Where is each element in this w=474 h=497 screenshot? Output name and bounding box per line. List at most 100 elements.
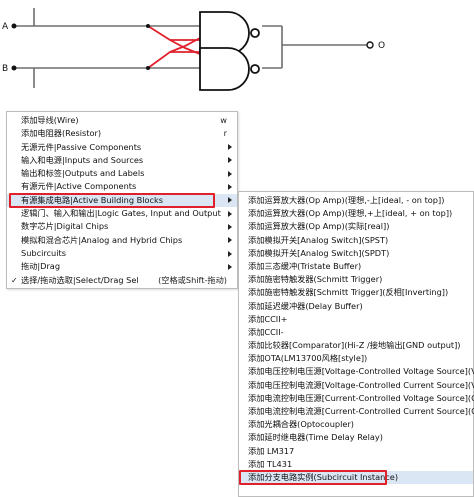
submenu-item[interactable]: 添加电流控制电压源[Current-Controlled Voltage Sou… (239, 392, 474, 405)
menu-item[interactable]: 无源元件|Passive Components (7, 141, 237, 154)
menu-item[interactable]: 模拟和混合芯片|Analog and Hybrid Chips (7, 234, 237, 247)
menu-item[interactable]: Subcircuits (7, 247, 237, 260)
check-icon: ✓ (11, 275, 18, 285)
menu-item[interactable]: 有源集成电路|Active Building Blocks (7, 192, 237, 209)
menu-item-shortcut: r (223, 128, 227, 139)
submenu-item[interactable]: 添加OTA(LM13700风格[style]) (239, 352, 473, 365)
submenu-item[interactable]: 添加三态缓冲(Tristate Buffer) (239, 260, 473, 273)
submenu-item-label: 添加OTA(LM13700风格[style]) (248, 353, 368, 364)
submenu-item[interactable]: 添加光耦合器(Optocoupler) (239, 418, 473, 431)
submenu-arrow-icon (228, 197, 232, 204)
menu-item-label: 拖动|Drag (21, 261, 61, 272)
menu-item-label: 选择/拖动选取|Select/Drag Sel (21, 274, 139, 285)
menu-item-shortcut: w (220, 115, 227, 125)
submenu-item[interactable]: 添加电流控制电流源[Current-Controlled Current Sou… (239, 405, 474, 418)
menu-item-label: 逻辑门、输入和输出|Logic Gates, Input and Output (21, 208, 221, 219)
submenu-item[interactable]: 添加模拟开关[Analog Switch](SPST) (239, 234, 473, 247)
menu-item[interactable]: 输出和标签|Outputs and Labels (7, 167, 237, 180)
menu-item-label: 添加导线(Wire) (21, 115, 79, 125)
submenu-item-label: 添加施密特触发器(Schmitt Trigger) (248, 274, 383, 285)
submenu-item-label: 添加施密特触发器[Schmitt Trigger](反相[Inverting]) (248, 287, 449, 298)
submenu-item[interactable]: 添加分支电路实例(Subcircuit Instance) (239, 469, 473, 486)
menu-item-shortcut: (空格或Shift-拖动) (158, 274, 227, 285)
menu-item[interactable]: 有源元件|Active Components (7, 180, 237, 193)
menu-item[interactable]: 数字芯片|Digital Chips (7, 220, 237, 233)
terminal-output[interactable] (366, 41, 374, 49)
submenu-item[interactable]: 添加运算放大器(Op Amp)(实际[real]) (239, 220, 473, 233)
junction-b (146, 66, 150, 70)
submenu-item[interactable]: 添加电压控制电流源[Voltage-Controlled Current Sou… (239, 379, 474, 392)
output-label: O (378, 41, 385, 51)
submenu-item-label: 添加三态缓冲(Tristate Buffer) (248, 260, 362, 271)
submenu-arrow-icon (228, 263, 232, 270)
submenu-item-label: 添加电流控制电流源[Current-Controlled Current Sou… (248, 406, 474, 416)
submenu-item-label: 添加延时继电器(Time Delay Relay) (248, 432, 383, 443)
submenu-item-label: 添加光耦合器(Optocoupler) (248, 419, 354, 430)
menu-item[interactable]: 输入和电源|Inputs and Sources (7, 154, 237, 167)
submenu-item[interactable]: 添加 TL431 (239, 458, 473, 471)
menu-item-label: 有源集成电路|Active Building Blocks (21, 194, 164, 205)
circuit-canvas[interactable]: A B O (0, 0, 474, 112)
submenu-item-label: 添加模拟开关[Analog Switch](SPST) (248, 234, 389, 245)
submenu-arrow-icon (228, 157, 232, 164)
menu-item-label: 添加电阻器(Resistor) (21, 128, 102, 139)
submenu-item[interactable]: 添加延时继电器(Time Delay Relay) (239, 431, 473, 444)
cross-wire-1[interactable] (147, 25, 200, 41)
input-a-label: A (2, 22, 9, 32)
submenu-arrow-icon (228, 184, 232, 191)
submenu-item[interactable]: 添加运算放大器(Op Amp)(理想,+上[ideal, + on top]) (239, 207, 473, 220)
submenu-item-label: 添加运算放大器(Op Amp)(理想,-上[ideal, - on top]) (248, 195, 445, 205)
submenu-arrow-icon (228, 144, 232, 151)
submenu-item-label: 添加模拟开关[Analog Switch](SPDT) (248, 247, 390, 258)
submenu-item-label: 添加运算放大器(Op Amp)(实际[real]) (248, 221, 390, 232)
nand-gate-2[interactable] (199, 47, 250, 91)
submenu-item-label: 添加 LM317 (248, 445, 295, 456)
submenu-arrow-icon (228, 223, 232, 230)
menu-item-label: 输出和标签|Outputs and Labels (21, 168, 145, 179)
menu-item-label: 模拟和混合芯片|Analog and Hybrid Chips (21, 234, 183, 245)
submenu-item-label: 添加比较器[Comparator](Hi-Z /接地输出[GND output]… (248, 340, 461, 351)
menu-item-label: 数字芯片|Digital Chips (21, 221, 109, 232)
active-building-blocks-submenu: 添加运算放大器(Op Amp)(理想,-上[ideal, - on top]) 添… (238, 191, 474, 497)
menu-item-label: Subcircuits (21, 247, 66, 258)
junction-a (146, 24, 150, 28)
submenu-item[interactable]: 添加比较器[Comparator](Hi-Z /接地输出[GND output]… (239, 339, 473, 352)
nand-gate-1-bubble (250, 28, 260, 38)
terminal-b[interactable] (11, 65, 17, 71)
cross-wire-2[interactable] (147, 51, 200, 69)
menu-item-label: 有源元件|Active Components (21, 181, 137, 192)
submenu-item[interactable]: 添加运算放大器(Op Amp)(理想,-上[ideal, - on top]) (239, 194, 473, 207)
submenu-item-label: 添加延迟缓冲器(Delay Buffer) (248, 300, 363, 311)
submenu-item[interactable]: 添加电压控制电压源[Voltage-Controlled Voltage Sou… (239, 365, 474, 378)
menu-item[interactable]: 添加电阻器(Resistor) r (7, 127, 237, 140)
menu-item[interactable]: 逻辑门、输入和输出|Logic Gates, Input and Output (7, 207, 237, 220)
submenu-item-label: 添加分支电路实例(Subcircuit Instance) (248, 471, 399, 482)
terminal-a[interactable] (11, 23, 17, 29)
menu-item-label: 输入和电源|Inputs and Sources (21, 154, 144, 165)
submenu-item-label: 添加运算放大器(Op Amp)(理想,+上[ideal, + on top]) (248, 208, 453, 219)
submenu-item-label: 添加CCII- (248, 326, 284, 337)
menu-item[interactable]: 拖动|Drag (7, 260, 237, 273)
submenu-item-label: 添加电压控制电流源[Voltage-Controlled Current Sou… (248, 379, 474, 390)
submenu-item[interactable]: 添加 LM317 (239, 445, 473, 458)
submenu-item[interactable]: 添加模拟开关[Analog Switch](SPDT) (239, 247, 473, 260)
submenu-arrow-icon (228, 210, 232, 217)
input-b-label: B (2, 64, 8, 74)
submenu-item-label: 添加电流控制电压源[Current-Controlled Voltage Sou… (248, 392, 474, 403)
submenu-item-label: 添加CCII+ (248, 313, 288, 324)
submenu-arrow-icon (228, 237, 232, 244)
submenu-arrow-icon (228, 250, 232, 257)
nand-gate-2-bubble (250, 64, 260, 74)
submenu-item-label: 添加 TL431 (248, 458, 293, 469)
submenu-item[interactable]: 添加延迟缓冲器(Delay Buffer) (239, 300, 473, 313)
submenu-item[interactable]: 添加施密特触发器[Schmitt Trigger](反相[Inverting]) (239, 286, 473, 299)
submenu-item[interactable]: 添加施密特触发器(Schmitt Trigger) (239, 273, 473, 286)
menu-item[interactable]: ✓ 选择/拖动选取|Select/Drag Sel (空格或Shift-拖动) (7, 274, 237, 287)
context-menu: 添加导线(Wire) w 添加电阻器(Resistor) r 无源元件|Passive … (6, 111, 238, 289)
submenu-item[interactable]: 添加CCII+ (239, 313, 473, 326)
submenu-item-label: 添加电压控制电压源[Voltage-Controlled Voltage Sou… (248, 366, 474, 377)
submenu-arrow-icon (228, 170, 232, 177)
menu-item[interactable]: 添加导线(Wire) w (7, 114, 237, 127)
submenu-item[interactable]: 添加CCII- (239, 326, 473, 339)
menu-item-label: 无源元件|Passive Components (21, 141, 142, 152)
